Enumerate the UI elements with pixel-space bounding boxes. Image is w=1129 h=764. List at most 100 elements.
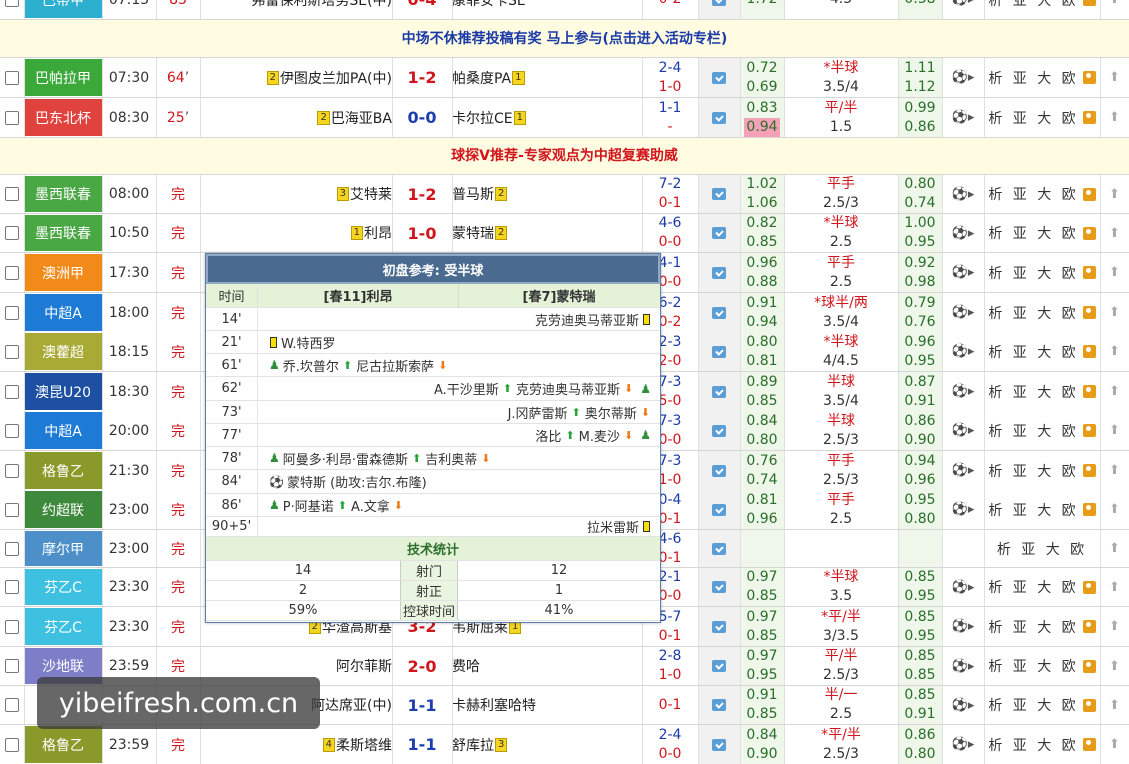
analysis-links[interactable]: 析 亚 大 欧	[984, 214, 1100, 252]
ball-icon-cell[interactable]: ⚽▸	[942, 411, 984, 450]
user-icon[interactable]	[1082, 266, 1096, 279]
row-checkbox[interactable]	[5, 265, 19, 280]
match-score[interactable]: 1-1	[392, 725, 452, 764]
row-checkbox[interactable]	[5, 110, 19, 125]
football-icon[interactable]: ⚽▸	[952, 0, 975, 7]
analysis-text[interactable]: 析 亚 大 欧	[988, 617, 1078, 637]
football-icon[interactable]: ⚽▸	[952, 659, 975, 674]
row-checkbox[interactable]	[5, 580, 19, 594]
row-checkbox-cell[interactable]	[0, 568, 24, 606]
ball-icon-cell[interactable]: ⚽▸	[942, 647, 984, 685]
detail-icon-cell[interactable]	[698, 253, 740, 292]
football-icon[interactable]: ⚽▸	[952, 698, 975, 713]
league-badge[interactable]: 巴东北杯	[24, 99, 102, 136]
row-checkbox-cell[interactable]	[0, 647, 24, 685]
row-checkbox-cell[interactable]	[0, 490, 24, 529]
home-team-name[interactable]: 柔斯塔维	[336, 735, 392, 755]
ball-icon-cell[interactable]: ⚽▸	[942, 332, 984, 371]
league-badge[interactable]: 澳昆U20	[24, 373, 102, 410]
away-team[interactable]: 帕桑度PA 1	[452, 58, 642, 97]
football-icon[interactable]: ⚽▸	[952, 187, 975, 202]
row-checkbox[interactable]	[5, 187, 19, 201]
row-checkbox-cell[interactable]	[0, 530, 24, 567]
row-checkbox-cell[interactable]	[0, 58, 24, 97]
row-checkbox[interactable]	[5, 502, 19, 517]
row-checkbox-cell[interactable]	[0, 411, 24, 450]
football-icon[interactable]: ⚽▸	[952, 423, 975, 438]
dropdown-detail-icon[interactable]	[712, 581, 726, 593]
row-checkbox[interactable]	[5, 541, 19, 556]
user-icon[interactable]	[1082, 306, 1096, 319]
user-icon[interactable]	[1082, 345, 1096, 358]
away-team-name[interactable]: 卡赫利塞哈特	[452, 695, 536, 715]
league-badge[interactable]: 摩尔甲	[24, 531, 102, 566]
home-team[interactable]: 2 巴海亚BA	[200, 98, 392, 137]
analysis-text[interactable]: 析 亚 大 欧	[988, 421, 1078, 441]
user-icon[interactable]	[1082, 738, 1096, 751]
league-badge[interactable]: 澳藿超	[24, 333, 102, 370]
home-team[interactable]: 弗雷保利斯塔努SE(中)	[200, 0, 392, 19]
dropdown-detail-icon[interactable]	[712, 738, 726, 751]
home-team[interactable]: 4 柔斯塔维	[200, 725, 392, 764]
analysis-links[interactable]: 析 亚 大 欧	[984, 647, 1100, 685]
football-icon[interactable]: ⚽▸	[952, 70, 975, 85]
ball-icon-cell[interactable]: ⚽▸	[942, 98, 984, 137]
detail-icon-cell[interactable]	[698, 0, 740, 19]
league-badge[interactable]: 墨西联春	[24, 215, 102, 251]
detail-icon-cell[interactable]	[698, 647, 740, 685]
user-icon[interactable]	[1082, 503, 1096, 516]
football-icon[interactable]: ⚽▸	[952, 580, 975, 595]
analysis-links[interactable]: 析 亚 大 欧	[984, 568, 1100, 606]
pin-top-icon[interactable]: ⬆	[1100, 568, 1129, 606]
away-team[interactable]: 康菲安卡SE	[452, 0, 642, 19]
home-team-name[interactable]: 利昂	[364, 223, 392, 243]
dropdown-detail-icon[interactable]	[712, 188, 726, 200]
match-score[interactable]: 0-0	[392, 98, 452, 137]
dropdown-detail-icon[interactable]	[712, 542, 726, 555]
match-score[interactable]: 0-4	[392, 0, 452, 19]
row-checkbox[interactable]	[5, 305, 19, 320]
away-team[interactable]: 卡赫利塞哈特	[452, 686, 642, 724]
pin-top-icon[interactable]: ⬆	[1100, 58, 1129, 97]
dropdown-detail-icon[interactable]	[712, 699, 726, 711]
home-team-name[interactable]: 艾特莱	[350, 184, 392, 204]
football-icon[interactable]: ⚽▸	[952, 737, 975, 752]
analysis-links[interactable]: 析 亚 大 欧	[984, 0, 1100, 19]
analysis-text[interactable]: 析 亚 大 欧	[988, 263, 1078, 283]
ball-icon-cell[interactable]: ⚽▸	[942, 686, 984, 724]
analysis-text[interactable]: 析 亚 大 欧	[988, 0, 1078, 10]
user-icon[interactable]	[1082, 187, 1096, 201]
dropdown-detail-icon[interactable]	[712, 424, 726, 437]
row-checkbox[interactable]	[5, 659, 19, 673]
dropdown-detail-icon[interactable]	[712, 660, 726, 672]
banner-b2[interactable]: 球探V推荐-专家观点为中超复赛助威	[0, 138, 1129, 175]
league-badge[interactable]: 芬乙C	[24, 569, 102, 605]
row-checkbox[interactable]	[5, 226, 19, 240]
ball-icon-cell[interactable]: ⚽▸	[942, 607, 984, 646]
row-checkbox-cell[interactable]	[0, 332, 24, 371]
pin-top-icon[interactable]: ⬆	[1100, 647, 1129, 685]
match-score[interactable]: 2-0	[392, 647, 452, 685]
ball-icon-cell[interactable]: ⚽▸	[942, 372, 984, 411]
away-team[interactable]: 蒙特瑞 2	[452, 214, 642, 252]
pin-top-icon[interactable]: ⬆	[1100, 0, 1129, 19]
pin-top-icon[interactable]: ⬆	[1100, 607, 1129, 646]
pin-top-icon[interactable]: ⬆	[1100, 253, 1129, 292]
row-checkbox[interactable]	[5, 384, 19, 399]
pin-top-icon[interactable]: ⬆	[1100, 451, 1129, 490]
analysis-links[interactable]: 析 亚 大 欧	[984, 607, 1100, 646]
league-badge[interactable]: 格鲁乙	[24, 452, 102, 489]
match-score[interactable]: 1-0	[392, 214, 452, 252]
user-icon[interactable]	[1082, 620, 1096, 633]
row-checkbox-cell[interactable]	[0, 98, 24, 137]
row-checkbox[interactable]	[5, 619, 19, 634]
ball-icon-cell[interactable]: ⚽▸	[942, 293, 984, 332]
home-team-name[interactable]: 巴海亚BA	[331, 108, 392, 128]
match-score[interactable]: 1-2	[392, 58, 452, 97]
away-team-name[interactable]: 康菲安卡SE	[452, 0, 526, 10]
pin-top-icon[interactable]: ⬆	[1100, 725, 1129, 764]
detail-icon-cell[interactable]	[698, 530, 740, 567]
football-icon[interactable]: ⚽▸	[952, 502, 975, 517]
home-team-name[interactable]: 阿尔菲斯	[336, 656, 392, 676]
row-checkbox[interactable]	[5, 463, 19, 478]
